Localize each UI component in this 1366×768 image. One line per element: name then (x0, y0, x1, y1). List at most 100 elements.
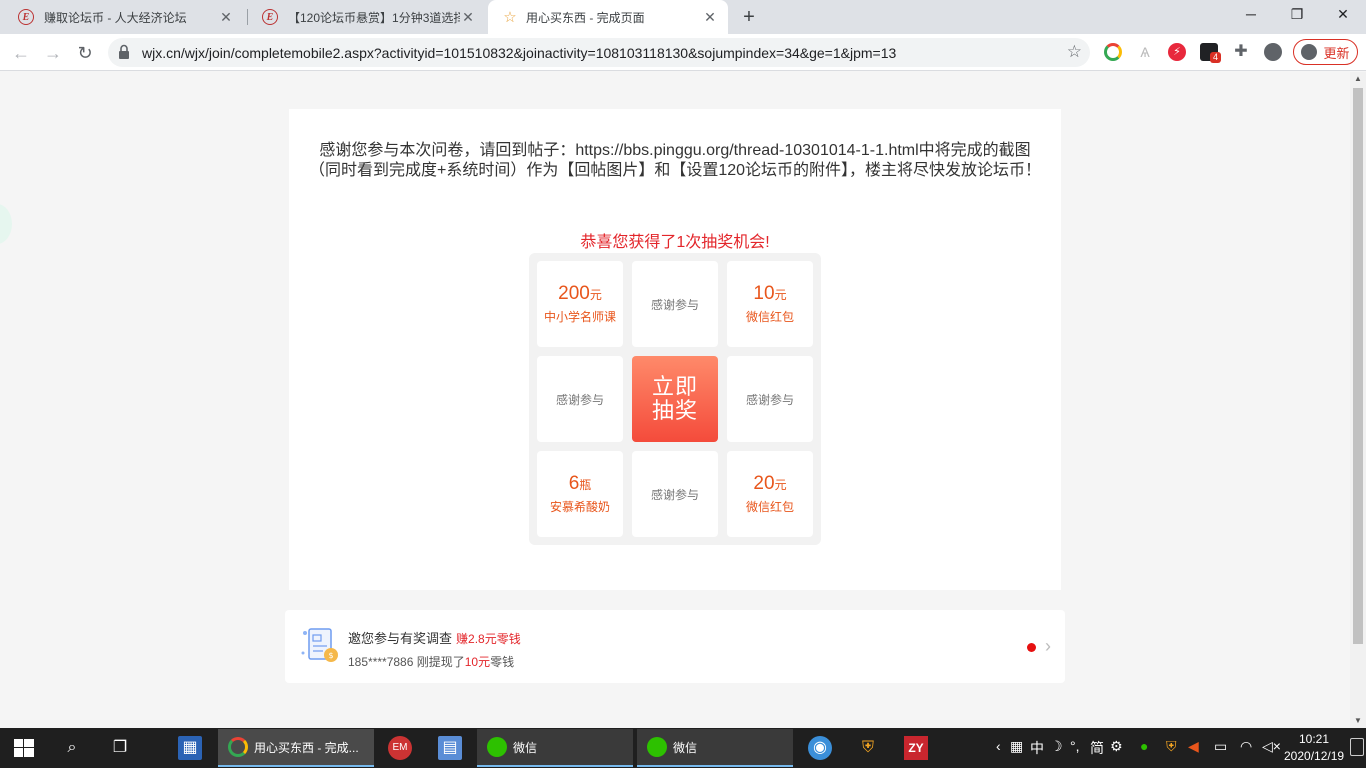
punctuation-icon[interactable]: °, (1070, 738, 1080, 754)
close-icon[interactable]: ✕ (218, 9, 234, 26)
prize-unit: 元 (589, 288, 602, 302)
close-icon[interactable]: ✕ (702, 9, 718, 26)
browser-app-icon[interactable]: ◉ (808, 736, 832, 760)
prize-desc: 安慕希酸奶 (549, 500, 610, 514)
prize-text: 感谢参与 (650, 487, 699, 502)
lottery-grid: 200元 中小学名师课 感谢参与 10元 微信红包 感谢参与 立即抽奖 感谢参与… (529, 253, 821, 545)
scrollbar-thumb[interactable] (1353, 88, 1363, 644)
minimize-button[interactable]: ─ (1228, 0, 1274, 30)
prize-text: 感谢参与 (555, 392, 604, 407)
calendar-app-icon[interactable]: ▦ (178, 736, 202, 760)
chevron-right-icon[interactable]: › (1045, 636, 1051, 657)
promo-sub-suffix: 零钱 (490, 655, 515, 669)
search-icon[interactable]: ⌕ (60, 736, 84, 760)
security-shield-icon[interactable]: ⛨ (856, 736, 880, 760)
tab-xuanshang[interactable]: E 【120论坛币悬赏】1分钟3道选择 ✕ (248, 0, 486, 34)
shield-tray-icon[interactable]: ⛨ (1166, 738, 1177, 755)
close-window-button[interactable]: ✕ (1320, 0, 1366, 30)
prize-unit: 元 (774, 478, 787, 492)
profile-avatar-icon[interactable] (1264, 43, 1282, 61)
calculator-icon[interactable]: ▤ (438, 736, 462, 760)
ime-mode[interactable]: 简 (1090, 738, 1104, 758)
tray-expand-icon[interactable]: ‹ (996, 738, 1001, 754)
scroll-up-arrow-icon[interactable]: ▲ (1353, 74, 1363, 84)
notification-center-icon[interactable] (1350, 738, 1364, 756)
address-bar[interactable]: wjx.cn/wjx/join/completemobile2.aspx?act… (108, 38, 1090, 67)
completion-card: 感谢您参与本次问卷，请回到帖子：https://bbs.pinggu.org/t… (289, 109, 1061, 590)
puzzle-icon[interactable]: ✚ (1232, 43, 1250, 61)
badge-extension-icon[interactable]: 4 (1200, 43, 1222, 63)
prize-cell-redpacket-10: 10元 微信红包 (727, 261, 813, 347)
prize-cell-thanks: 感谢参与 (727, 356, 813, 442)
tab-strip: E 赚取论坛币 - 人大经济论坛 ✕ E 【120论坛币悬赏】1分钟3道选择 ✕… (0, 0, 1366, 34)
prize-value: 10 (753, 283, 775, 304)
thanks-message: 感谢您参与本次问卷，请回到帖子：https://bbs.pinggu.org/t… (308, 142, 1042, 179)
chrome-extension-icon[interactable] (1104, 43, 1122, 61)
scroll-down-arrow-icon[interactable]: ▼ (1353, 716, 1363, 726)
zy-app-icon[interactable]: ZY (904, 736, 928, 760)
taskbar-app-wechat-1[interactable]: 微信 (477, 729, 633, 767)
chrome-icon (228, 737, 248, 757)
wifi-icon[interactable]: ◠ (1240, 738, 1252, 755)
lottery-congrats: 恭喜您获得了1次抽奖机会! (580, 234, 770, 251)
back-button[interactable]: ← (8, 40, 34, 66)
update-label: 更新 (1323, 45, 1350, 61)
speaker-tray-icon[interactable]: ◀ (1188, 738, 1199, 755)
prize-cell-thanks: 感谢参与 (537, 356, 623, 442)
update-button[interactable]: 更新 (1293, 39, 1358, 65)
task-view-icon[interactable]: ❐ (108, 736, 132, 760)
system-clock[interactable]: 10:21 2020/12/19 (1284, 731, 1344, 765)
draw-lottery-button[interactable]: 立即抽奖 (632, 356, 718, 442)
prize-cell-course: 200元 中小学名师课 (537, 261, 623, 347)
restore-button[interactable]: ❐ (1274, 0, 1320, 30)
volume-mute-icon[interactable]: ◁× (1262, 738, 1281, 755)
wechat-tray-icon[interactable]: ● (1140, 738, 1148, 754)
prize-unit: 元 (774, 288, 787, 302)
battery-icon[interactable]: ▭ (1214, 738, 1227, 755)
taskbar-app-chrome[interactable]: 用心买东西 - 完成... (218, 729, 374, 767)
bookmark-star-icon[interactable]: ☆ (1067, 42, 1082, 62)
svg-text:$: $ (328, 651, 333, 660)
survey-promo-banner[interactable]: $ 邀您参与有奖调查 赚2.8元零钱 185****7886 刚提现了10元零钱 … (285, 610, 1065, 683)
keyboard-icon[interactable]: ▦ (1010, 738, 1023, 755)
tab-complete-page[interactable]: ☆ 用心买东西 - 完成页面 ✕ (488, 0, 728, 34)
windows-start-icon[interactable] (14, 739, 34, 757)
lock-icon[interactable] (118, 44, 130, 60)
url-text[interactable]: wjx.cn/wjx/join/completemobile2.aspx?act… (142, 45, 896, 61)
prize-desc: 微信红包 (745, 310, 794, 324)
ime-lang[interactable]: 中 (1030, 738, 1044, 758)
prize-cell-redpacket-20: 20元 微信红包 (727, 451, 813, 537)
browser-toolbar: ← → ↻ wjx.cn/wjx/join/completemobile2.as… (0, 34, 1366, 71)
ime-settings-icon[interactable]: ⚙ (1110, 738, 1123, 755)
prize-cell-thanks: 感谢参与 (632, 451, 718, 537)
flash-extension-icon[interactable]: ⚡ (1168, 43, 1186, 61)
taskbar-app-wechat-2[interactable]: 微信 (637, 729, 793, 767)
prize-value: 6 (568, 473, 580, 494)
tab-zhuanqu[interactable]: E 赚取论坛币 - 人大经济论坛 ✕ (4, 0, 244, 34)
prize-desc: 微信红包 (745, 500, 794, 514)
prize-value: 20 (753, 473, 775, 494)
windows-taskbar: ⌕ ❐ ▦ 用心买东西 - 完成... EM ▤ 微信 微信 ◉ ⛨ ZY ‹ … (0, 728, 1366, 768)
translate-extension-icon[interactable]: Ѧ (1136, 43, 1154, 61)
clock-date: 2020/12/19 (1284, 749, 1345, 763)
close-icon[interactable]: ✕ (460, 9, 476, 26)
em-app-icon[interactable]: EM (388, 736, 412, 760)
taskbar-app-label: 用心买东西 - 完成... (254, 740, 359, 755)
page-scrollbar[interactable]: ▲ ▼ (1350, 72, 1366, 728)
prize-cell-thanks: 感谢参与 (632, 261, 718, 347)
tab-title: 【120论坛币悬赏】1分钟3道选择 (288, 10, 460, 25)
survey-document-icon: $ (301, 628, 338, 662)
forward-button[interactable]: → (40, 40, 66, 66)
notification-dot (1027, 643, 1036, 652)
prize-text: 感谢参与 (745, 392, 794, 407)
menu-kebab-icon[interactable]: ⋮ (1360, 44, 1366, 61)
page-viewport: 感谢您参与本次问卷，请回到帖子：https://bbs.pinggu.org/t… (0, 72, 1350, 728)
moon-icon[interactable]: ☽ (1050, 738, 1063, 755)
reload-button[interactable]: ↻ (72, 40, 98, 66)
forum-favicon-icon: E (18, 9, 34, 25)
side-float-icon[interactable] (0, 204, 12, 244)
wechat-icon (487, 737, 507, 757)
new-tab-button[interactable]: + (738, 5, 760, 29)
account-icon (1301, 44, 1318, 60)
promo-subtitle: 185****7886 刚提现了10元零钱 (348, 653, 514, 670)
